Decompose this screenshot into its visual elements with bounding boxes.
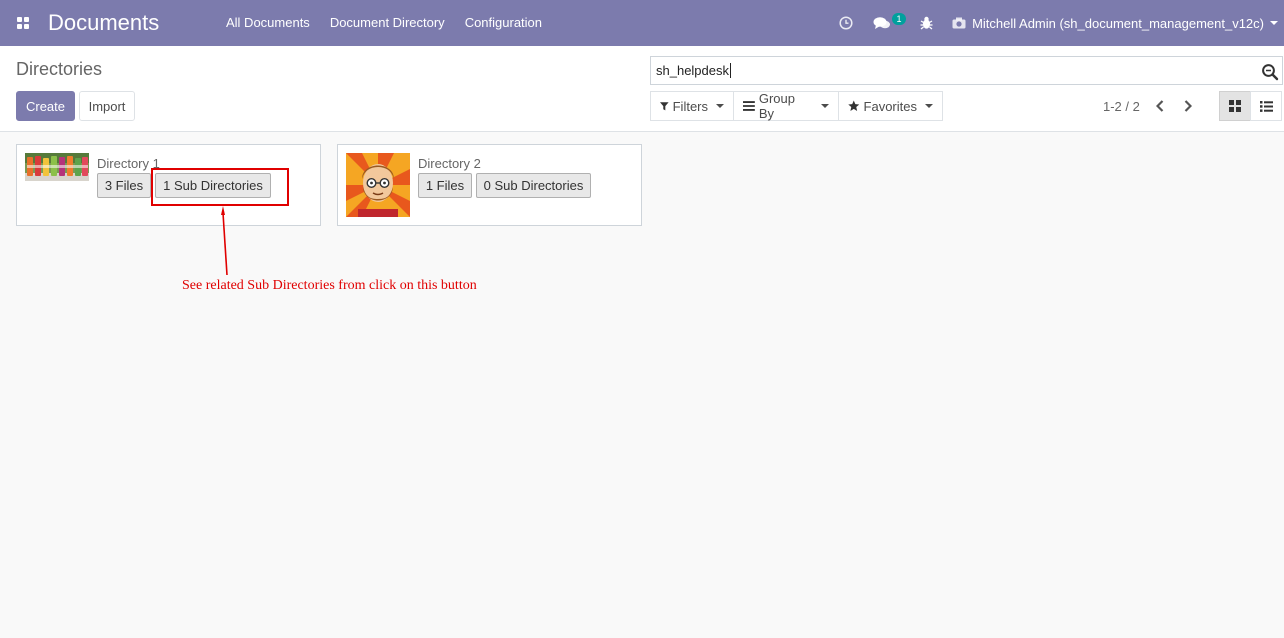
files-button[interactable]: 1 Files	[418, 173, 472, 198]
favorites-label: Favorites	[863, 98, 917, 114]
menu-configuration[interactable]: Configuration	[455, 0, 552, 46]
user-menu[interactable]: Mitchell Admin (sh_document_management_v…	[952, 16, 1284, 31]
activity-clock-icon[interactable]	[828, 0, 864, 46]
search-input[interactable]: sh_helpdesk	[650, 56, 1283, 85]
annotation-text: See related Sub Directories from click o…	[182, 278, 477, 293]
directory-name[interactable]: Directory 2	[418, 156, 481, 171]
list-view-button[interactable]	[1250, 91, 1282, 121]
files-button[interactable]: 3 Files	[97, 173, 151, 198]
company-camera-icon	[952, 17, 966, 29]
search-text: sh_helpdesk	[656, 63, 731, 78]
chevron-left-icon	[1156, 100, 1164, 112]
pager-next-button[interactable]	[1176, 92, 1200, 120]
group-by-label: Group By	[758, 91, 795, 121]
sub-directories-button[interactable]: 0 Sub Directories	[476, 173, 591, 198]
systray: 1 Mitchell Admin (sh_document_management…	[828, 0, 1284, 46]
directory-thumbnail	[346, 153, 410, 217]
chevron-right-icon	[1184, 100, 1192, 112]
bottles-image	[25, 153, 89, 181]
search-icon[interactable]	[1261, 63, 1279, 81]
filters-label: Filters	[672, 98, 708, 114]
caret-down-icon	[821, 104, 829, 108]
pager-value[interactable]: 1-2 / 2	[1103, 99, 1140, 114]
menu-all-documents[interactable]: All Documents	[216, 0, 320, 46]
messages-badge: 1	[892, 13, 907, 25]
list-icon	[1259, 100, 1273, 112]
annotation-highlight-box	[151, 168, 289, 206]
create-button[interactable]: Create	[16, 91, 75, 121]
avatar-image	[346, 153, 410, 217]
top-navbar: Documents All Documents Document Directo…	[0, 0, 1284, 46]
main-menu: All Documents Document Directory Configu…	[216, 0, 552, 46]
directory-thumbnail	[25, 153, 89, 181]
kanban-grid-icon	[1229, 100, 1241, 112]
filter-icon	[660, 101, 669, 110]
favorites-dropdown[interactable]: Favorites	[838, 91, 943, 121]
caret-down-icon	[925, 104, 933, 108]
import-button[interactable]: Import	[79, 91, 135, 121]
kanban-view-button[interactable]	[1219, 91, 1251, 121]
menu-document-directory[interactable]: Document Directory	[320, 0, 455, 46]
pager-previous-button[interactable]	[1148, 92, 1172, 120]
user-caret-icon	[1270, 21, 1278, 25]
directory-card[interactable]: Directory 2 1 Files 0 Sub Directories	[337, 144, 642, 226]
control-panel: Directories Create Import sh_helpdesk Fi…	[0, 46, 1284, 132]
apps-menu-icon[interactable]	[0, 0, 46, 46]
group-bars-icon	[743, 101, 755, 111]
caret-down-icon	[716, 104, 724, 108]
group-by-dropdown[interactable]: Group By	[733, 91, 839, 121]
messaging-chat-icon[interactable]: 1	[864, 0, 910, 46]
user-name: Mitchell Admin (sh_document_management_v…	[972, 15, 1264, 31]
filters-dropdown[interactable]: Filters	[650, 91, 734, 121]
annotation-arrow-icon	[221, 206, 228, 276]
page-title: Directories	[16, 59, 103, 79]
debug-bug-icon[interactable]	[910, 0, 942, 46]
star-icon	[848, 100, 860, 111]
app-title: Documents	[48, 10, 160, 35]
